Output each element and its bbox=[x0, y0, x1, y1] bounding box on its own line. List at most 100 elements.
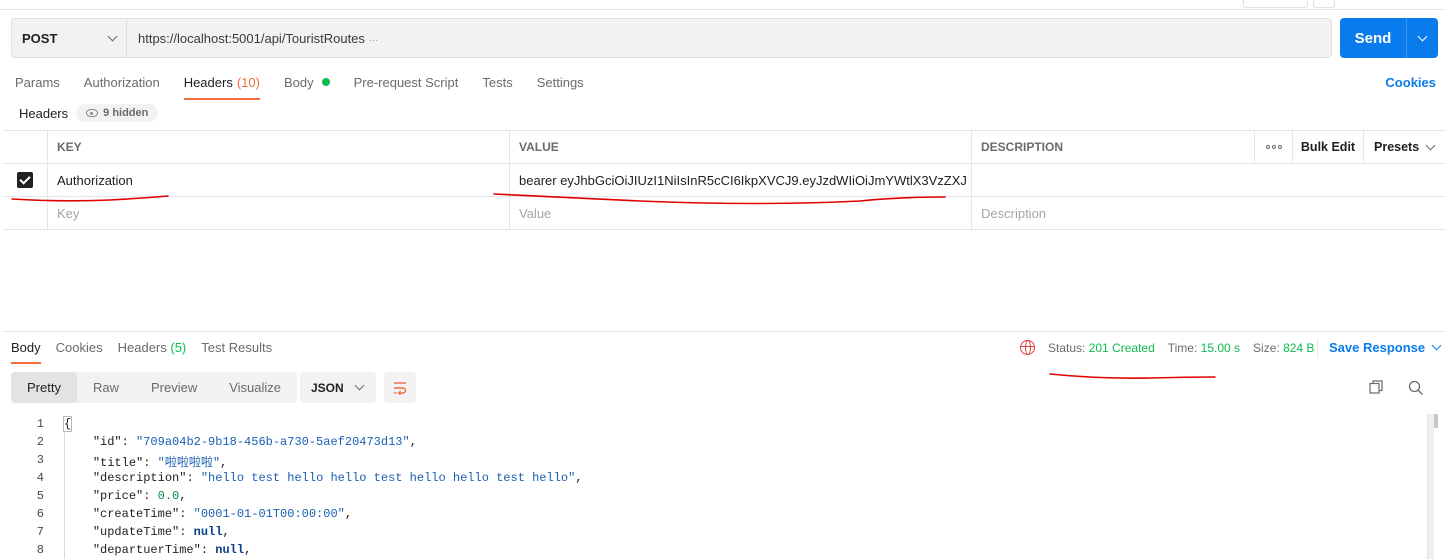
response-divider bbox=[3, 331, 1446, 332]
save-response-button[interactable]: Save Response bbox=[1329, 340, 1442, 355]
json-key: "updateTime" bbox=[92, 525, 180, 539]
response-tab-cookies[interactable]: Cookies bbox=[56, 340, 103, 363]
more-dots-icon bbox=[1265, 145, 1282, 149]
line-number: 1 bbox=[36, 417, 44, 431]
url-input[interactable]: https://localhost:5001/api/TouristRoutes… bbox=[127, 19, 1331, 57]
code-line: "id": "709a04b2-9b18-456b-a730-5aef20473… bbox=[92, 435, 417, 449]
code-line: "departuerTime": null, bbox=[92, 543, 252, 557]
key-input[interactable]: Key bbox=[48, 197, 510, 229]
wrap-lines-icon bbox=[394, 381, 407, 395]
row-checkbox-cell bbox=[3, 197, 48, 229]
chevron-down-icon bbox=[1425, 140, 1436, 150]
tab-label: Headers bbox=[183, 74, 233, 90]
line-number: 3 bbox=[36, 453, 44, 467]
description-input[interactable]: Description bbox=[972, 197, 1446, 229]
tab-pre-request-script[interactable]: Pre-request Script bbox=[354, 73, 459, 99]
size-label: Size: bbox=[1253, 340, 1280, 355]
view-raw[interactable]: Raw bbox=[77, 372, 135, 403]
json-key: "description" bbox=[92, 471, 187, 485]
tab-label: Params bbox=[15, 74, 60, 90]
response-tab-test-results[interactable]: Test Results bbox=[201, 340, 272, 363]
json-value: 0.0 bbox=[157, 489, 180, 503]
view-pretty[interactable]: Pretty bbox=[11, 372, 77, 403]
tab-settings[interactable]: Settings bbox=[537, 73, 584, 99]
tab-params[interactable]: Params bbox=[15, 73, 60, 99]
column-description: DESCRIPTION bbox=[972, 131, 1255, 163]
headers-label: Headers bbox=[19, 105, 69, 121]
chevron-down-icon bbox=[107, 31, 118, 41]
chevron-down-icon bbox=[1417, 31, 1428, 41]
code-line: "createTime": "0001-01-01T00:00:00", bbox=[92, 507, 353, 521]
view-preview[interactable]: Preview bbox=[135, 372, 213, 403]
code-line: "updateTime": null, bbox=[92, 525, 230, 539]
headers-subheader: Headers 9 hidden bbox=[19, 104, 159, 122]
status-label: Status: bbox=[1048, 340, 1086, 355]
header-description-cell[interactable] bbox=[972, 164, 1446, 196]
status-value[interactable]: 201 Created bbox=[1089, 341, 1155, 355]
body-set-indicator-icon bbox=[321, 78, 330, 86]
top-strip-tab[interactable] bbox=[1243, 0, 1308, 8]
time-value[interactable]: 15.00 s bbox=[1201, 341, 1240, 355]
tab-label: Settings bbox=[536, 74, 584, 90]
bulk-edit-button[interactable]: Bulk Edit bbox=[1293, 131, 1364, 163]
row-checkbox-cell bbox=[3, 164, 48, 196]
response-tab-headers[interactable]: Headers (5) bbox=[118, 340, 187, 363]
response-tab-body[interactable]: Body bbox=[11, 340, 41, 364]
json-value: "709a04b2-9b18-456b-a730-5aef20473d13" bbox=[136, 435, 410, 449]
code-line: "description": "hello test hello hello t… bbox=[92, 471, 583, 485]
code-scrollbar[interactable] bbox=[1427, 414, 1438, 559]
presets-dropdown[interactable]: Presets bbox=[1364, 131, 1446, 163]
request-bar: POST https://localhost:5001/api/TouristR… bbox=[11, 18, 1332, 58]
request-tabs: Params Authorization Headers (10) Body Pr… bbox=[15, 73, 584, 100]
copy-icon[interactable] bbox=[1369, 380, 1383, 394]
table-row: Authorization bearer eyJhbGciOiJIUzI1NiI… bbox=[3, 164, 1446, 197]
tab-authorization[interactable]: Authorization bbox=[84, 73, 160, 99]
tab-count: (10) bbox=[236, 74, 260, 90]
hidden-headers-toggle[interactable]: 9 hidden bbox=[76, 104, 159, 122]
tab-label: Authorization bbox=[83, 74, 160, 90]
response-body-code[interactable]: 1 { 2 "id": "709a04b2-9b18-456b-a730-5ae… bbox=[0, 414, 1424, 559]
header-value-cell[interactable]: bearer eyJhbGciOiJIUzI1NiIsInR5cCI6IkpXV… bbox=[510, 164, 972, 196]
send-button[interactable]: Send bbox=[1340, 18, 1407, 58]
method-label: POST bbox=[22, 30, 58, 46]
table-row-empty: Key Value Description bbox=[3, 197, 1446, 230]
json-key: "departuerTime" bbox=[92, 543, 201, 557]
format-select[interactable]: JSON bbox=[300, 372, 376, 403]
json-value: "0001-01-01T00:00:00" bbox=[193, 507, 345, 521]
wrap-lines-button[interactable] bbox=[384, 372, 416, 403]
search-icon[interactable] bbox=[1408, 380, 1424, 396]
method-select[interactable]: POST bbox=[12, 19, 127, 57]
tab-label: Headers bbox=[117, 340, 167, 355]
line-number: 5 bbox=[36, 489, 44, 503]
column-value: VALUE bbox=[510, 131, 972, 163]
checkbox-checked-icon[interactable] bbox=[17, 172, 33, 188]
tab-headers[interactable]: Headers (10) bbox=[183, 73, 261, 100]
presets-label: Presets bbox=[1374, 140, 1420, 154]
tab-body[interactable]: Body bbox=[284, 73, 330, 99]
send-options-button[interactable] bbox=[1407, 18, 1438, 58]
code-line: "price": 0.0, bbox=[92, 489, 187, 503]
tab-tests[interactable]: Tests bbox=[482, 73, 512, 99]
json-value: "hello test hello hello test hello hello… bbox=[200, 471, 576, 485]
more-options-button[interactable] bbox=[1255, 131, 1293, 163]
code-line: "title": "啦啦啦啦", bbox=[92, 456, 228, 470]
scrollbar-thumb[interactable] bbox=[1434, 414, 1438, 428]
cookies-link[interactable]: Cookies bbox=[1385, 75, 1436, 90]
value-input[interactable]: Value bbox=[510, 197, 972, 229]
view-mode-switch: Pretty Raw Preview Visualize bbox=[11, 372, 298, 403]
header-check-column bbox=[3, 131, 48, 163]
line-number: 2 bbox=[36, 435, 44, 449]
url-text: https://localhost:5001/api/TouristRoutes bbox=[138, 30, 365, 46]
time-label: Time: bbox=[1167, 340, 1198, 355]
top-strip-tab[interactable] bbox=[1313, 0, 1335, 8]
divider bbox=[1317, 338, 1318, 358]
response-tabs: Body Cookies Headers (5) Test Results bbox=[11, 340, 272, 364]
globe-icon[interactable] bbox=[1020, 340, 1035, 355]
json-value: "啦啦啦啦" bbox=[157, 456, 221, 470]
size-value[interactable]: 824 B bbox=[1283, 341, 1314, 355]
json-key: "title" bbox=[92, 456, 144, 470]
view-visualize[interactable]: Visualize bbox=[213, 372, 297, 403]
tab-label: Body bbox=[283, 74, 314, 90]
line-number: 4 bbox=[36, 471, 44, 485]
header-key-cell[interactable]: Authorization bbox=[48, 164, 510, 196]
